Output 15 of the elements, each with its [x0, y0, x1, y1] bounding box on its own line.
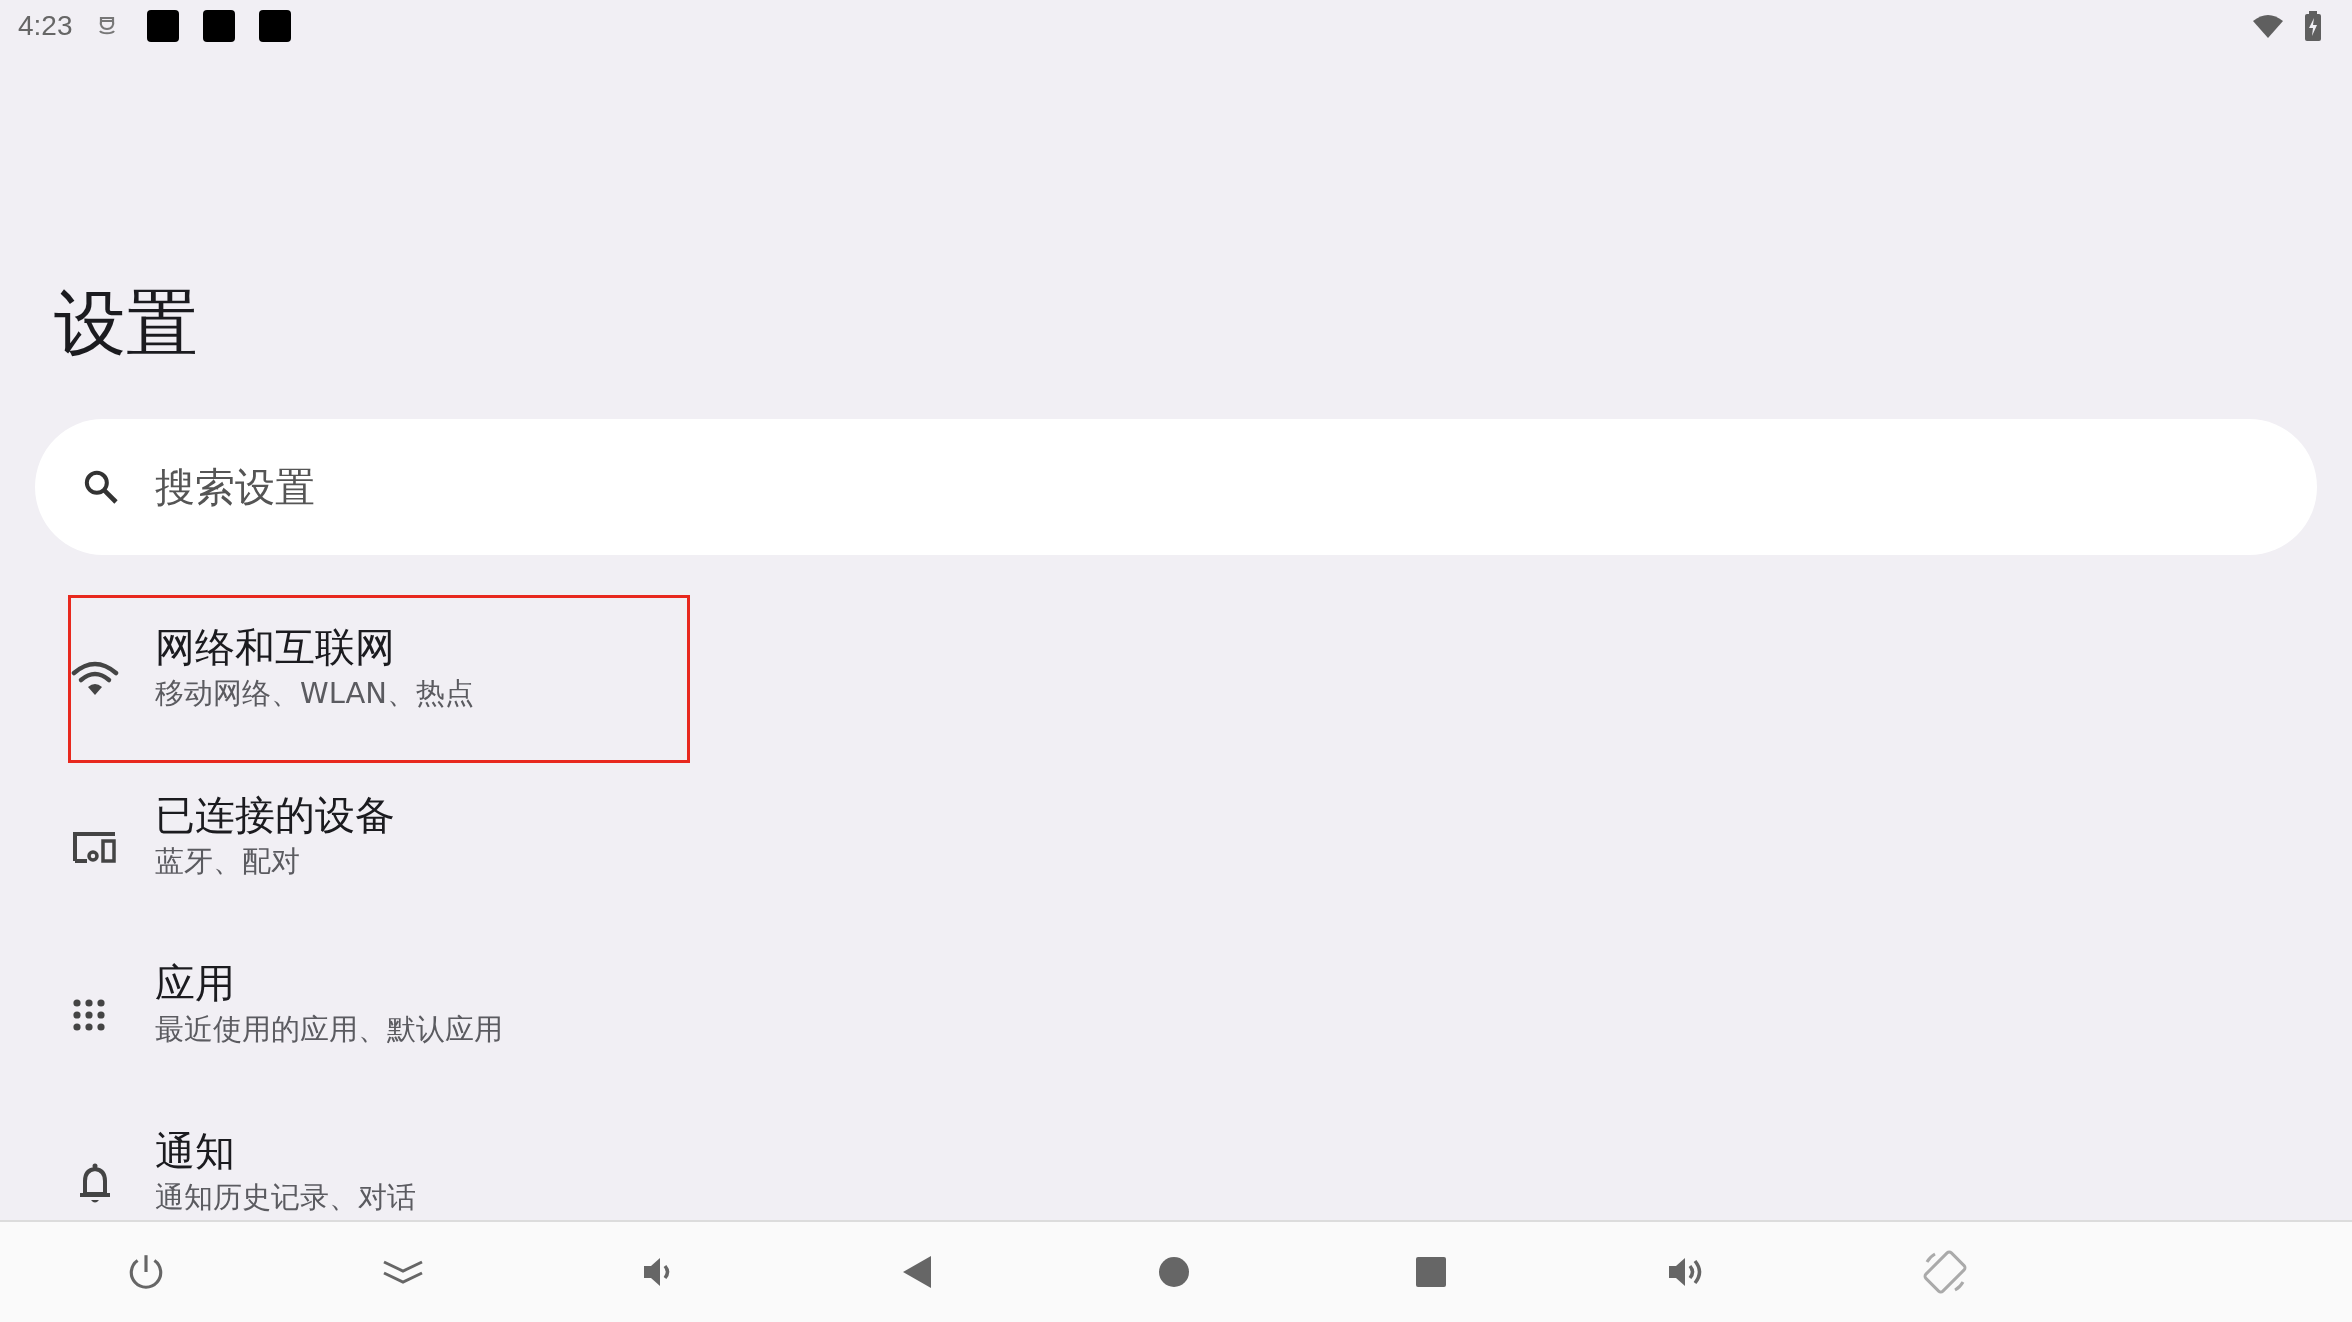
item-title: 已连接的设备 [155, 791, 395, 841]
item-title: 通知 [155, 1127, 236, 1177]
item-title: 应用 [155, 959, 236, 1009]
item-subtitle: 通知历史记录、对话 [155, 1179, 416, 1217]
settings-item[interactable]: 通知 通知历史记录、对话 [68, 1099, 690, 1220]
item-subtitle: 移动网络、WLAN、热点 [155, 675, 475, 713]
item-title: 网络和互联网 [155, 623, 396, 673]
status-time: 4:23 [18, 10, 73, 42]
search-field[interactable]: 搜索设置 [35, 419, 2317, 556]
item-subtitle: 最近使用的应用、默认应用 [155, 1011, 503, 1049]
settings-item[interactable]: 网络和互联网 移动网络、WLAN、热点 [68, 595, 690, 764]
settings-item[interactable]: 应用 最近使用的应用、默认应用 [68, 931, 690, 1100]
item-subtitle: 蓝牙、配对 [155, 843, 301, 881]
page-title: 设置 [54, 284, 199, 364]
settings-item[interactable]: 已连接的设备 蓝牙、配对 [68, 763, 690, 932]
